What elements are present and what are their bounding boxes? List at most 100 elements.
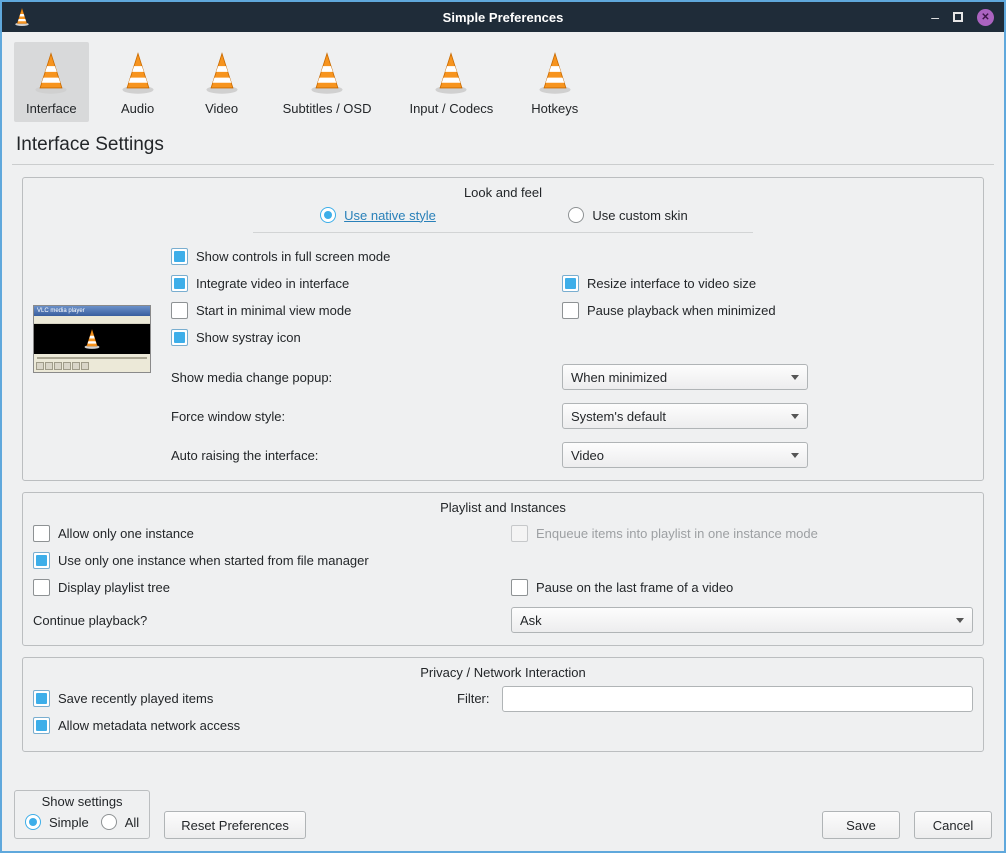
checkbox-save-recent[interactable]: Save recently played items xyxy=(33,685,457,712)
restore-button[interactable] xyxy=(953,9,963,25)
checkbox-label: Display playlist tree xyxy=(58,580,170,595)
media-change-popup-dropdown[interactable]: When minimized xyxy=(562,364,808,390)
close-button[interactable]: ✕ xyxy=(977,9,994,26)
checkbox-label: Show controls in full screen mode xyxy=(196,249,390,264)
chevron-down-icon xyxy=(791,375,799,380)
checkbox-indicator xyxy=(511,579,528,596)
dropdown-value: System's default xyxy=(571,409,783,424)
thumbnail-titlebar: VLC media player xyxy=(34,306,150,316)
tab-input-codecs-label: Input / Codecs xyxy=(409,101,493,116)
tab-interface-label: Interface xyxy=(26,101,77,116)
video-cone-icon xyxy=(199,50,245,96)
checkbox-label: Enqueue items into playlist in one insta… xyxy=(536,526,818,541)
look-and-feel-title: Look and feel xyxy=(33,182,973,205)
checkbox-pause-last-frame[interactable]: Pause on the last frame of a video xyxy=(511,574,973,601)
radio-all[interactable]: All xyxy=(101,814,139,830)
checkbox-label: Start in minimal view mode xyxy=(196,303,351,318)
checkbox-indicator xyxy=(33,579,50,596)
checkbox-pause-when-minimized[interactable]: Pause playback when minimized xyxy=(562,297,973,324)
checkbox-indicator xyxy=(511,525,528,542)
radio-use-custom-skin[interactable]: Use custom skin xyxy=(568,207,687,223)
checkbox-label: Use only one instance when started from … xyxy=(58,553,369,568)
tab-hotkeys[interactable]: Hotkeys xyxy=(519,42,590,122)
tab-subtitles-osd[interactable]: Subtitles / OSD xyxy=(271,42,384,122)
tab-audio-label: Audio xyxy=(121,101,154,116)
checkbox-integrate-video[interactable]: Integrate video in interface xyxy=(171,270,562,297)
style-radio-row: Use native style Use custom skin xyxy=(253,207,753,233)
show-settings-group: Show settings Simple All xyxy=(14,790,150,839)
continue-playback-dropdown[interactable]: Ask xyxy=(511,607,973,633)
checkbox-indicator xyxy=(171,275,188,292)
checkbox-minimal-view[interactable]: Start in minimal view mode xyxy=(171,297,562,324)
media-change-popup-label: Show media change popup: xyxy=(171,370,562,385)
restore-icon xyxy=(953,12,963,22)
chevron-down-icon xyxy=(791,453,799,458)
tab-audio[interactable]: Audio xyxy=(103,42,173,122)
look-and-feel-group: Look and feel Use native style Use custo… xyxy=(22,177,984,481)
hotkeys-cone-icon xyxy=(532,50,578,96)
tab-hotkeys-label: Hotkeys xyxy=(531,101,578,116)
checkbox-allow-one-instance[interactable]: Allow only one instance xyxy=(33,520,511,547)
thumbnail-menubar xyxy=(34,316,150,324)
checkbox-show-systray[interactable]: Show systray icon xyxy=(171,324,562,351)
checkbox-display-playlist-tree[interactable]: Display playlist tree xyxy=(33,574,511,601)
tab-interface[interactable]: Interface xyxy=(14,42,89,122)
interface-cone-icon xyxy=(28,50,74,96)
checkbox-indicator xyxy=(33,525,50,542)
minimize-button[interactable]: – xyxy=(931,9,939,25)
playlist-group-title: Playlist and Instances xyxy=(33,497,973,520)
tab-input-codecs[interactable]: Input / Codecs xyxy=(397,42,505,122)
checkbox-resize-interface[interactable]: Resize interface to video size xyxy=(562,270,973,297)
radio-simple-label: Simple xyxy=(49,815,89,830)
vlc-cone-icon xyxy=(12,7,32,27)
checkbox-indicator xyxy=(171,302,188,319)
radio-native-label: Use native style xyxy=(344,208,436,223)
radio-simple-indicator xyxy=(25,814,41,830)
checkbox-indicator xyxy=(33,717,50,734)
force-window-style-dropdown[interactable]: System's default xyxy=(562,403,808,429)
thumbnail-seekbar xyxy=(34,354,150,361)
checkbox-label: Pause playback when minimized xyxy=(587,303,776,318)
dropdown-value: Video xyxy=(571,448,783,463)
checkbox-show-controls-fullscreen[interactable]: Show controls in full screen mode xyxy=(171,243,562,270)
cancel-button[interactable]: Cancel xyxy=(914,811,992,839)
radio-skin-indicator xyxy=(568,207,584,223)
interface-preview-thumbnail: VLC media player xyxy=(33,305,151,373)
checkbox-indicator xyxy=(171,329,188,346)
checkbox-indicator xyxy=(562,302,579,319)
checkbox-enqueue-one-instance: Enqueue items into playlist in one insta… xyxy=(511,520,973,547)
reset-preferences-button[interactable]: Reset Preferences xyxy=(164,811,306,839)
checkbox-label: Resize interface to video size xyxy=(587,276,756,291)
dropdown-value: Ask xyxy=(520,613,948,628)
preferences-window: Simple Preferences – ✕ Interface Audio V… xyxy=(0,0,1006,853)
tab-subtitles-label: Subtitles / OSD xyxy=(283,101,372,116)
filter-input[interactable] xyxy=(502,686,974,712)
checkbox-metadata-network[interactable]: Allow metadata network access xyxy=(33,712,457,739)
thumbnail-cone-icon xyxy=(81,328,103,350)
window-title: Simple Preferences xyxy=(2,10,1004,25)
save-button[interactable]: Save xyxy=(822,811,900,839)
auto-raising-label: Auto raising the interface: xyxy=(171,448,562,463)
checkbox-label: Allow metadata network access xyxy=(58,718,240,733)
radio-skin-label: Use custom skin xyxy=(592,208,687,223)
radio-use-native-style[interactable]: Use native style xyxy=(320,207,436,223)
tab-video[interactable]: Video xyxy=(187,42,257,122)
auto-raising-dropdown[interactable]: Video xyxy=(562,442,808,468)
input-codecs-cone-icon xyxy=(428,50,474,96)
thumbnail-controls xyxy=(34,361,150,372)
radio-simple[interactable]: Simple xyxy=(25,814,89,830)
checkbox-indicator xyxy=(33,552,50,569)
checkbox-label: Show systray icon xyxy=(196,330,301,345)
checkbox-indicator xyxy=(562,275,579,292)
audio-cone-icon xyxy=(115,50,161,96)
filter-label: Filter: xyxy=(457,691,490,706)
category-toolbar: Interface Audio Video Subtitles / OSD In… xyxy=(2,32,1004,126)
privacy-group-title: Privacy / Network Interaction xyxy=(33,662,973,685)
radio-native-indicator xyxy=(320,207,336,223)
titlebar[interactable]: Simple Preferences – ✕ xyxy=(2,2,1004,32)
chevron-down-icon xyxy=(791,414,799,419)
checkbox-label: Allow only one instance xyxy=(58,526,194,541)
checkbox-indicator xyxy=(171,248,188,265)
checkbox-one-instance-filemanager[interactable]: Use only one instance when started from … xyxy=(33,547,511,574)
heading-divider xyxy=(12,164,994,165)
